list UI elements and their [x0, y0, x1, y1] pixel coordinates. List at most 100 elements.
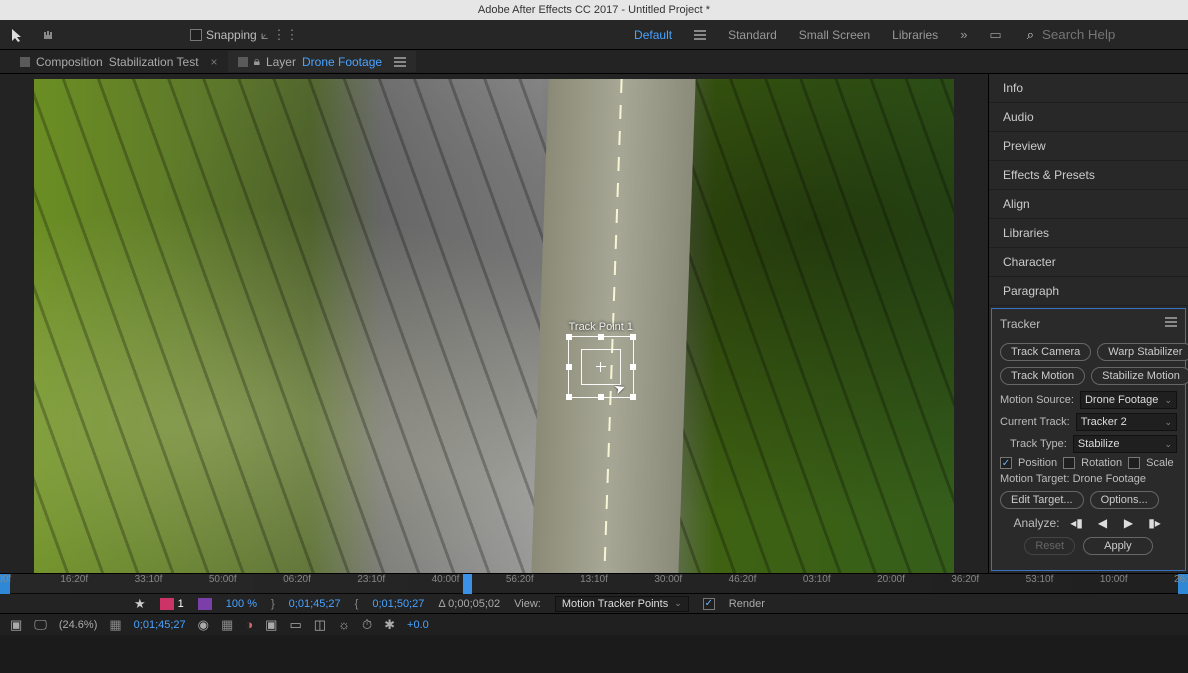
roi-icon[interactable]: ▭	[289, 618, 301, 631]
snapping-label: Snapping	[206, 28, 257, 42]
footage-preview[interactable]: Track Point 1 ➤	[34, 79, 954, 573]
workspace-default[interactable]: Default	[634, 28, 672, 42]
hand-tool-icon[interactable]	[40, 27, 56, 43]
ruler-tick: 53:10f	[1026, 574, 1054, 585]
person-icon[interactable]: ★	[134, 597, 146, 610]
time-ruler[interactable]: 0:00f16:20f33:10f50:00f06:20f23:10f40:00…	[0, 573, 1188, 593]
panel-character[interactable]: Character	[989, 248, 1188, 277]
zoom-pct[interactable]: (24.6%)	[59, 619, 98, 631]
analyze-forward-button[interactable]: ▶	[1120, 515, 1138, 531]
timecode-in[interactable]: 0;01;45;27	[289, 598, 341, 610]
layer-tab[interactable]: 🔒︎ Layer Drone Footage	[228, 51, 416, 72]
panel-libraries[interactable]: Libraries	[989, 219, 1188, 248]
track-motion-button[interactable]: Track Motion	[1000, 367, 1085, 385]
tp-handle[interactable]	[630, 394, 636, 400]
search-icon: ⌕	[1027, 28, 1034, 41]
grid-icon[interactable]: ▦	[221, 618, 233, 631]
tracker-panel: Tracker Track Camera Warp Stabilizer Tra…	[991, 308, 1186, 571]
snapping-checkbox[interactable]	[190, 29, 202, 41]
warp-stabilizer-button[interactable]: Warp Stabilizer	[1097, 343, 1188, 361]
monitor-icon[interactable]: 🖵	[34, 618, 47, 631]
shutter-icon[interactable]: ✱	[384, 618, 395, 631]
ruler-tick: 50:00f	[209, 574, 237, 585]
motion-target-value: Drone Footage	[1073, 473, 1146, 485]
panel-icon[interactable]: ▭	[989, 28, 1001, 41]
tracker-menu-icon[interactable]	[1165, 317, 1177, 331]
composition-tab[interactable]: Composition Stabilization Test ×	[10, 52, 228, 72]
toggle-switches-icon[interactable]: ▣	[10, 618, 22, 631]
panel-audio[interactable]: Audio	[989, 103, 1188, 132]
analyze-step-back-button[interactable]: ◂▮	[1068, 515, 1086, 531]
channel-icon[interactable]: ◫	[314, 618, 326, 631]
current-timecode[interactable]: 0;01;45;27	[134, 619, 186, 631]
panel-paragraph[interactable]: Paragraph	[989, 277, 1188, 306]
palette-icon[interactable]: ◑	[245, 618, 253, 631]
workspace-libraries[interactable]: Libraries	[892, 28, 938, 42]
position-checkbox[interactable]	[1000, 457, 1012, 469]
scale-checkbox[interactable]	[1128, 457, 1140, 469]
selection-tool-icon[interactable]	[10, 27, 26, 43]
panel-effects-presets[interactable]: Effects & Presets	[989, 161, 1188, 190]
workspace-menu-icon[interactable]	[694, 30, 706, 40]
ruler-tick: 03:10f	[803, 574, 831, 585]
panel-preview[interactable]: Preview	[989, 132, 1188, 161]
timecode-delta: Δ 0;00;05;02	[438, 598, 500, 610]
layer-color-swatch[interactable]	[160, 598, 174, 610]
timecode-out[interactable]: 0;01;50;27	[372, 598, 424, 610]
exposure-icon[interactable]: ☼	[338, 618, 350, 631]
snap-icon-2: ⋮⋮	[273, 28, 299, 41]
tp-handle[interactable]	[630, 364, 636, 370]
workspace-standard[interactable]: Standard	[728, 28, 777, 42]
edit-target-button[interactable]: Edit Target...	[1000, 491, 1084, 509]
tab-menu-icon[interactable]	[394, 57, 406, 67]
track-feature-region[interactable]	[581, 349, 621, 385]
current-track-label: Current Track:	[1000, 416, 1070, 428]
tp-handle[interactable]	[598, 334, 604, 340]
panel-align[interactable]: Align	[989, 190, 1188, 219]
search-help-input[interactable]	[1038, 25, 1178, 45]
track-camera-button[interactable]: Track Camera	[1000, 343, 1091, 361]
exposure-value[interactable]: +0.0	[407, 619, 429, 631]
layer-viewer[interactable]: Track Point 1 ➤	[0, 74, 988, 573]
timeline-icon[interactable]: ⏱	[362, 618, 372, 631]
ruler-tick: 33:10f	[135, 574, 163, 585]
tp-handle[interactable]	[566, 394, 572, 400]
track-type-select[interactable]: Stabilize ⌄	[1073, 435, 1177, 453]
track-crosshair-icon	[596, 362, 606, 372]
analyze-back-button[interactable]: ◀	[1094, 515, 1112, 531]
tp-handle[interactable]	[566, 364, 572, 370]
view-mode-select[interactable]: Motion Tracker Points ⌄	[555, 596, 689, 612]
overflow-icon[interactable]: »	[960, 28, 967, 41]
current-track-select[interactable]: Tracker 2 ⌄	[1076, 413, 1177, 431]
viewer-footer: ★ 1 100 % } 0;01;45;27 { 0;01;50;27 Δ 0;…	[0, 593, 1188, 613]
scale-label: Scale	[1146, 457, 1174, 469]
reset-button: Reset	[1024, 537, 1075, 555]
res-icon[interactable]: ▦	[109, 618, 121, 631]
zoom-value[interactable]: 100 %	[226, 598, 257, 610]
window-title: Adobe After Effects CC 2017 - Untitled P…	[0, 0, 1188, 20]
options-button[interactable]: Options...	[1090, 491, 1159, 509]
camera-icon[interactable]: ◉	[198, 618, 209, 631]
playhead[interactable]	[463, 574, 472, 594]
tp-handle[interactable]	[598, 394, 604, 400]
panel-info[interactable]: Info	[989, 74, 1188, 103]
workspace-smallscreen[interactable]: Small Screen	[799, 28, 870, 42]
mask-icon[interactable]: ▣	[265, 618, 277, 631]
ruler-tick: 36:20f	[951, 574, 979, 585]
snapping-toggle[interactable]: Snapping ⟀ ⋮⋮	[190, 28, 299, 42]
rotation-checkbox[interactable]	[1063, 457, 1075, 469]
render-checkbox[interactable]	[703, 598, 715, 610]
tp-handle[interactable]	[630, 334, 636, 340]
analyze-step-fwd-button[interactable]: ▮▸	[1146, 515, 1164, 531]
apply-button[interactable]: Apply	[1083, 537, 1153, 555]
layer-index-label: 1	[178, 598, 184, 610]
motion-target-label: Motion Target:	[1000, 473, 1070, 485]
close-tab-icon[interactable]: ×	[211, 55, 218, 69]
layer-color-swatch-2[interactable]	[198, 598, 212, 610]
track-type-label: Track Type:	[1010, 438, 1067, 450]
comp-thumb-icon	[20, 57, 30, 67]
stabilize-motion-button[interactable]: Stabilize Motion	[1091, 367, 1188, 385]
motion-source-select[interactable]: Drone Footage ⌄	[1080, 391, 1177, 409]
tp-handle[interactable]	[566, 334, 572, 340]
chevron-down-icon: ⌄	[1164, 439, 1172, 450]
